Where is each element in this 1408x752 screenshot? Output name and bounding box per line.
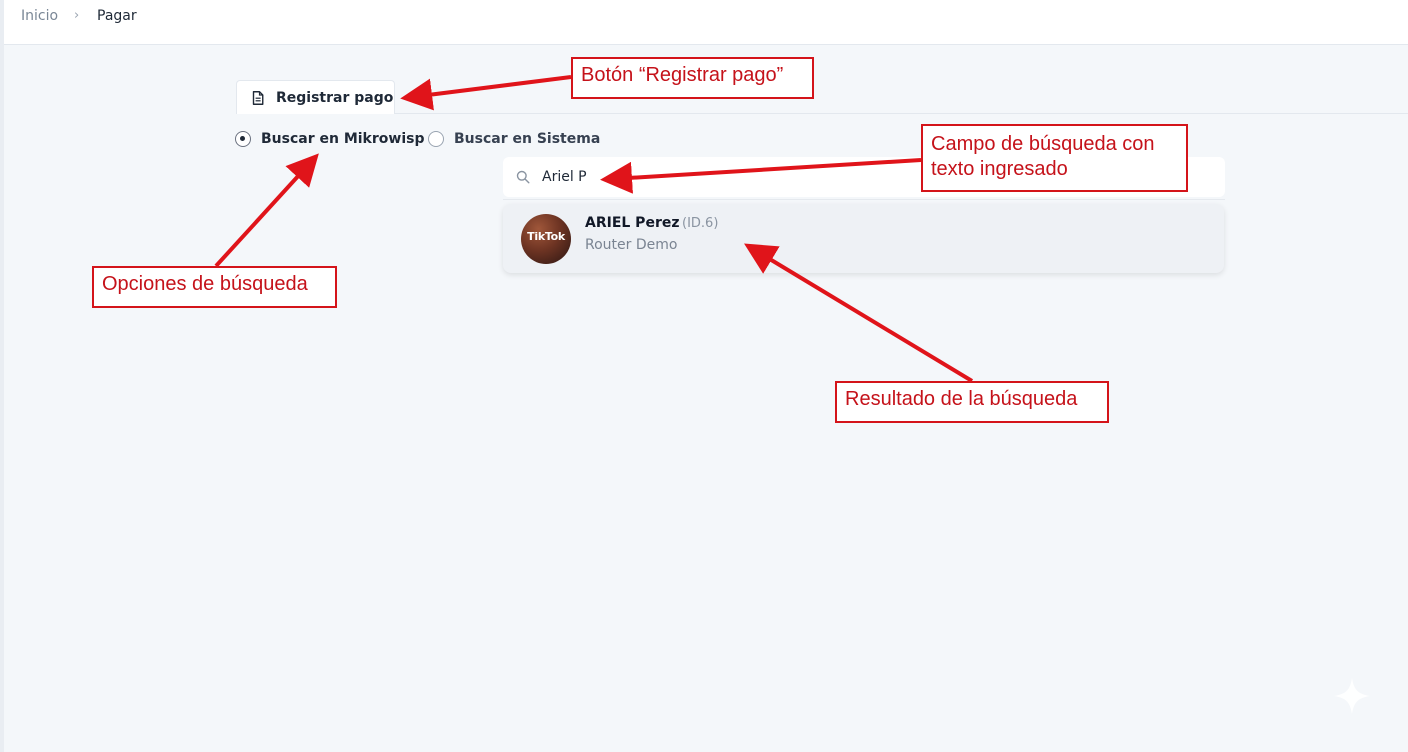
search-icon (516, 170, 530, 184)
arrow-to-register-button (400, 75, 572, 111)
search-option-label: Buscar en Mikrowisp (261, 131, 425, 147)
annotation-search-field: Campo de búsqueda con texto ingresado (921, 124, 1188, 192)
breadcrumb-current: Pagar (97, 8, 137, 24)
sparkle-icon (1334, 678, 1370, 714)
result-id: (ID.6) (682, 216, 719, 231)
result-router: Router Demo (585, 237, 678, 253)
radio-unchecked-icon[interactable] (428, 131, 444, 147)
breadcrumb-separator-icon: › (74, 8, 80, 23)
result-name: ARIEL Perez (585, 215, 680, 231)
annotation-register-button: Botón “Registrar pago” (571, 57, 814, 99)
radio-checked-icon[interactable] (235, 131, 251, 147)
search-divider (503, 199, 1225, 200)
arrow-to-search-result (744, 243, 974, 383)
breadcrumb: Inicio › Pagar (4, 0, 1408, 45)
tab-bar-line (395, 113, 1408, 114)
register-payment-label: Registrar pago (276, 89, 394, 106)
document-icon (252, 90, 264, 105)
search-result-item[interactable]: TikTok ARIEL Perez (ID.6) Router Demo (503, 204, 1224, 273)
annotation-search-result: Resultado de la búsqueda (835, 381, 1109, 423)
arrow-to-search-options (214, 153, 319, 268)
register-payment-tab[interactable]: Registrar pago (236, 80, 395, 114)
avatar: TikTok (521, 214, 571, 264)
page-left-border (0, 0, 4, 752)
search-option-sistema[interactable]: Buscar en Sistema (428, 130, 600, 148)
search-option-label: Buscar en Sistema (454, 131, 601, 147)
annotation-search-options: Opciones de búsqueda (92, 266, 337, 308)
breadcrumb-home-link[interactable]: Inicio (21, 8, 58, 24)
search-option-mikrowisp[interactable]: Buscar en Mikrowisp (235, 130, 424, 148)
avatar-logo-text: TikTok (527, 230, 565, 243)
